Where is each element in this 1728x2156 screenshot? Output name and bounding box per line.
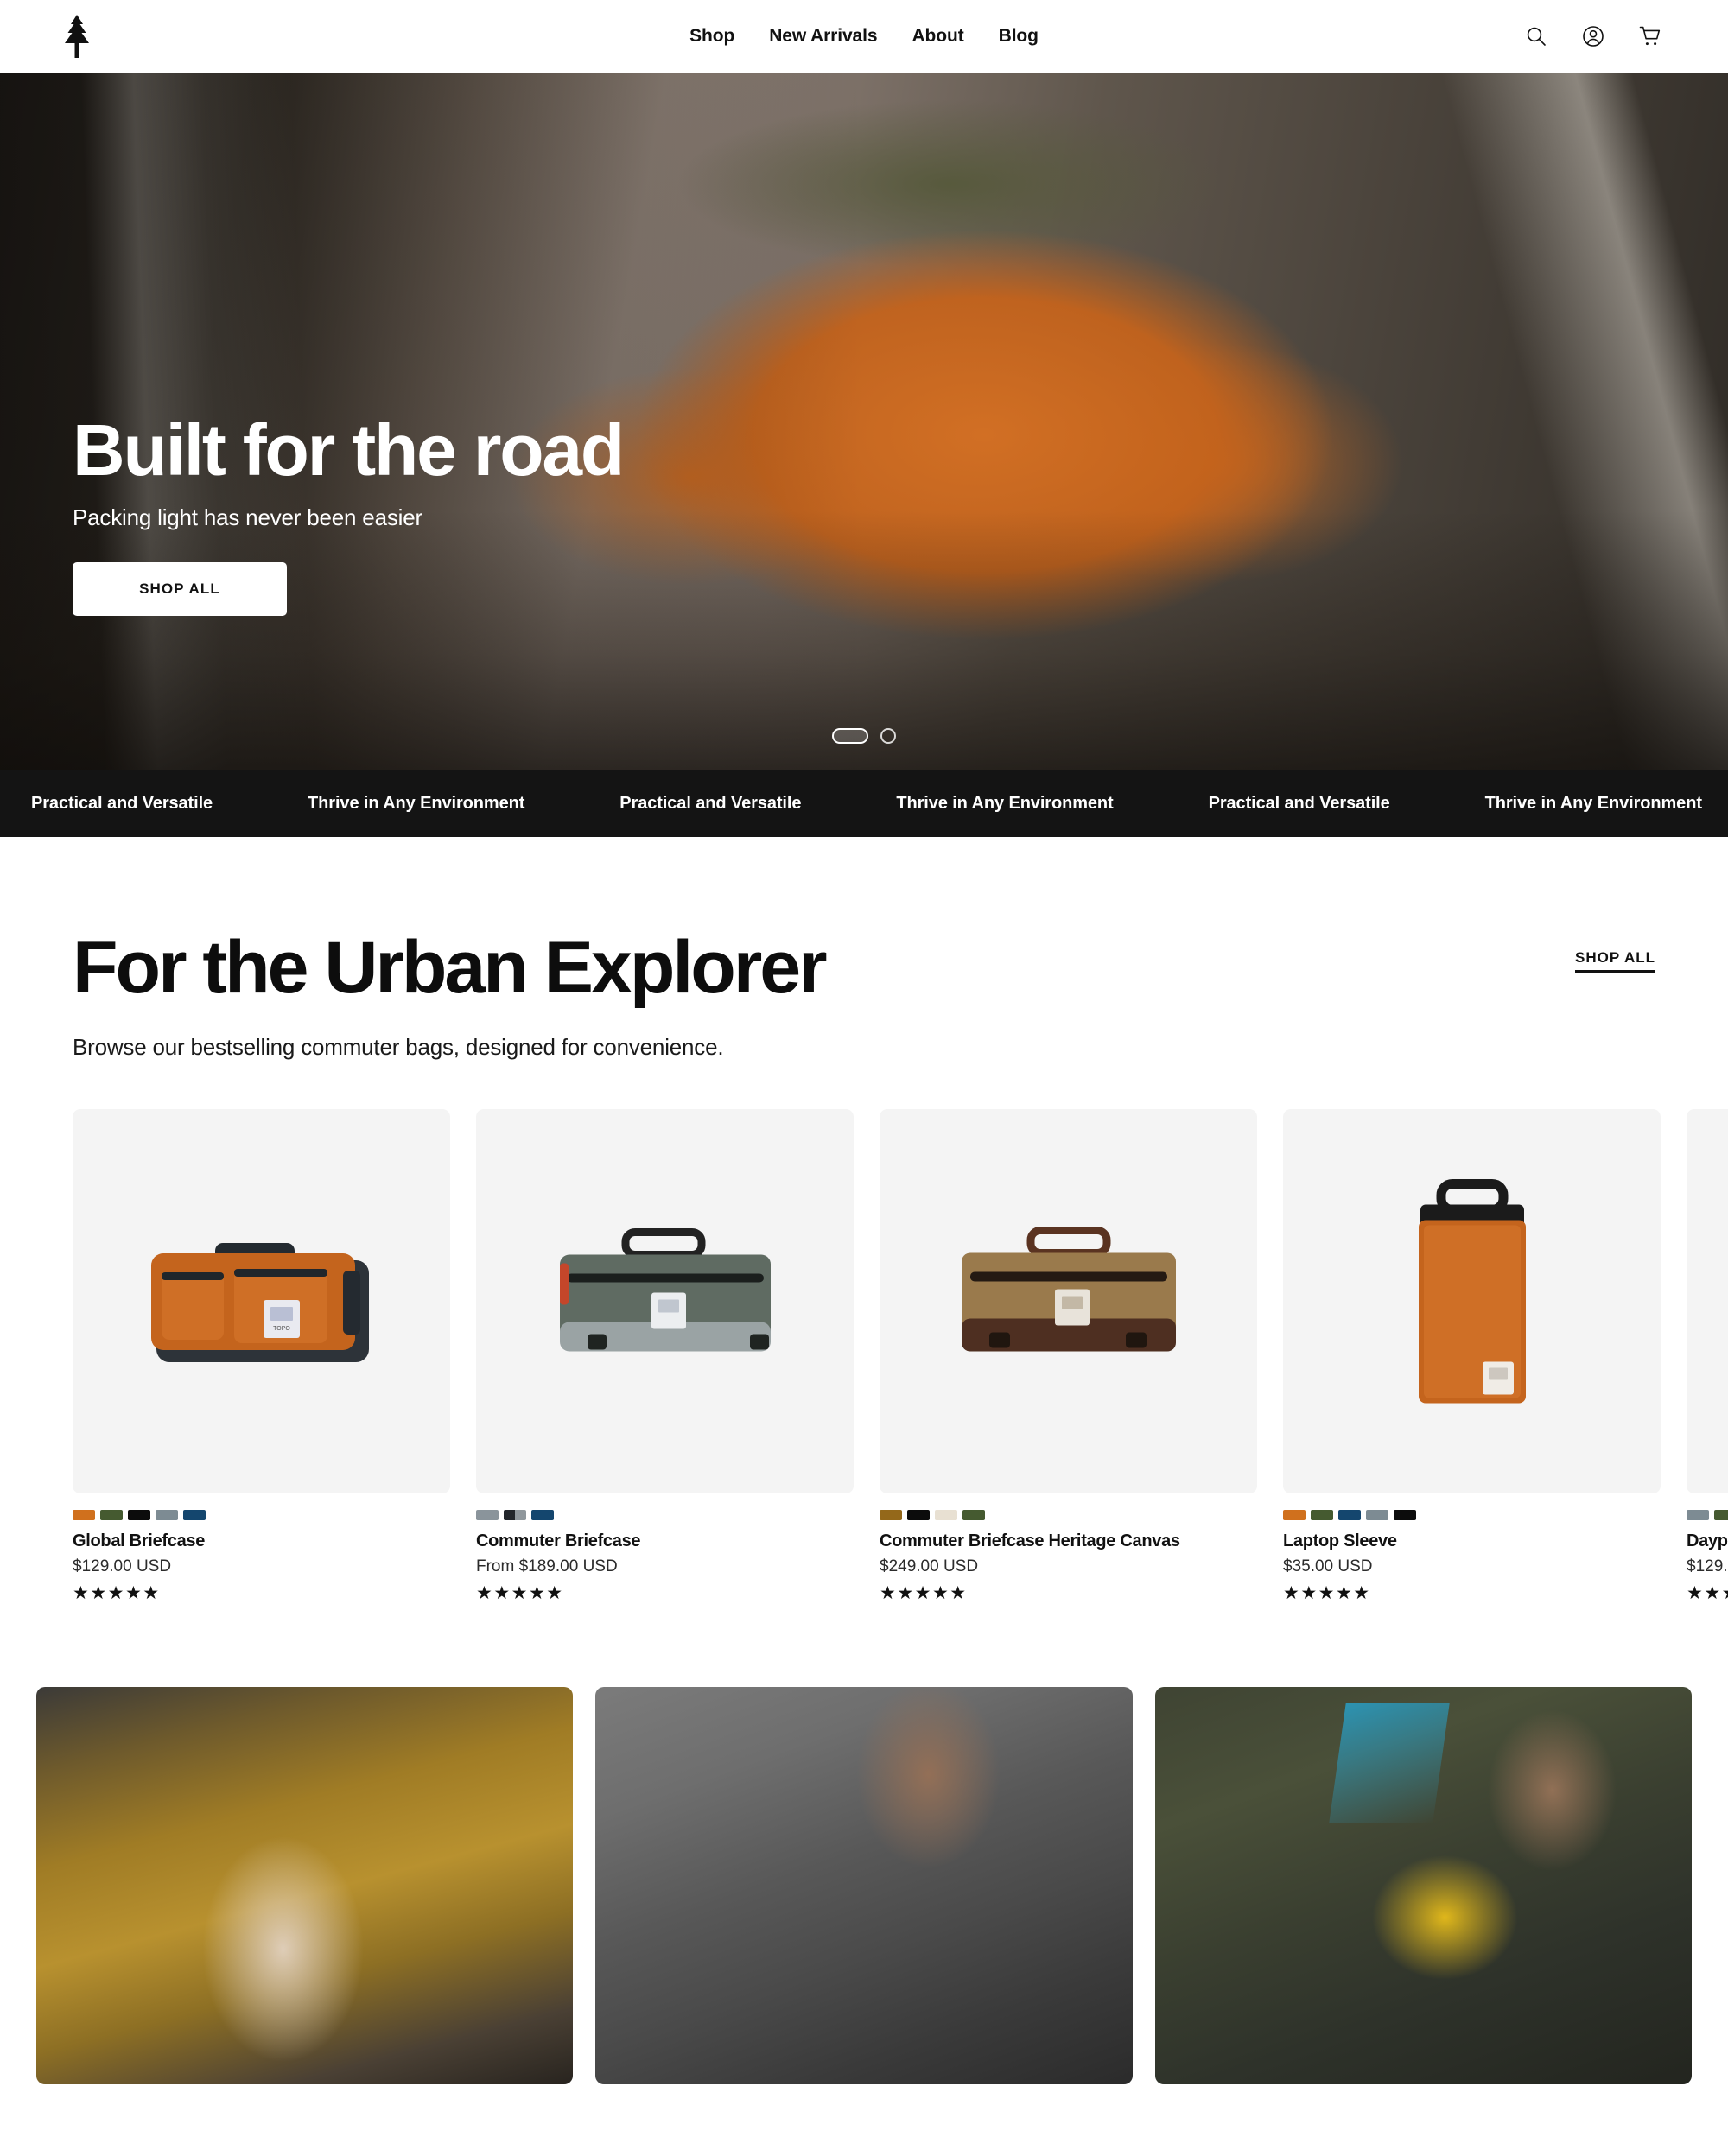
color-swatch[interactable] — [1366, 1510, 1388, 1520]
hero-subtitle: Packing light has never been easier — [73, 504, 422, 530]
search-icon[interactable] — [1521, 21, 1552, 52]
nav-item-new-arrivals[interactable]: New Arrivals — [769, 26, 877, 47]
color-swatch[interactable] — [1283, 1510, 1306, 1520]
marquee-item: Thrive in Any Environment — [896, 793, 1114, 813]
product-price: $35.00 USD — [1283, 1557, 1373, 1576]
marquee-item: Practical and Versatile — [1208, 793, 1390, 813]
product-card[interactable]: Commuter Briefcase From $189.00 USD ★★★★… — [476, 1109, 854, 1602]
product-card[interactable]: Commuter Briefcase Heritage Canvas $249.… — [880, 1109, 1257, 1602]
color-swatch[interactable] — [907, 1510, 930, 1520]
hero-content: Built for the road Packing light has nev… — [73, 409, 625, 616]
lifestyle-image-1[interactable] — [36, 1687, 574, 2084]
header-actions — [1521, 21, 1666, 52]
product-rating: ★★★★★ — [73, 1583, 161, 1603]
color-swatch[interactable] — [183, 1510, 206, 1520]
color-swatch[interactable] — [156, 1510, 178, 1520]
color-swatch[interactable] — [1311, 1510, 1333, 1520]
lifestyle-image-2[interactable] — [595, 1687, 1133, 2084]
svg-text:TOPO: TOPO — [273, 1326, 290, 1332]
product-name: Laptop Sleeve — [1283, 1531, 1397, 1550]
color-swatch[interactable] — [1714, 1510, 1728, 1520]
product-name: Commuter Briefcase Heritage Canvas — [880, 1531, 1180, 1550]
urban-explorer-section: For the Urban Explorer SHOP ALL Browse o… — [0, 837, 1728, 1602]
page-title: For the Urban Explorer — [73, 926, 828, 1009]
site-header: Shop New Arrivals About Blog — [0, 0, 1728, 73]
color-swatch[interactable] — [476, 1510, 499, 1520]
product-card[interactable]: Daypack $129.00 USD ★★★★★ — [1687, 1109, 1728, 1602]
product-name: Global Briefcase — [73, 1531, 206, 1550]
marquee-item: Thrive in Any Environment — [1484, 793, 1702, 813]
color-swatches — [476, 1510, 854, 1520]
hero-banner: Built for the road Packing light has nev… — [0, 73, 1728, 770]
product-image-daypack[interactable] — [1687, 1109, 1728, 1493]
product-price: $129.00 USD — [1687, 1557, 1728, 1576]
hero-title: Built for the road — [73, 409, 625, 491]
color-swatch[interactable] — [128, 1510, 150, 1520]
product-rating: ★★★★★ — [1283, 1583, 1371, 1603]
nav-item-blog[interactable]: Blog — [999, 26, 1039, 47]
color-swatches — [73, 1510, 450, 1520]
nav-item-shop[interactable]: Shop — [689, 26, 734, 47]
color-swatch[interactable] — [1394, 1510, 1416, 1520]
product-name: Commuter Briefcase — [476, 1531, 641, 1550]
section-header: For the Urban Explorer SHOP ALL — [73, 930, 1655, 1005]
product-rating: ★★★★★ — [880, 1583, 968, 1603]
product-price: From $189.00 USD — [476, 1557, 618, 1576]
color-swatches — [1283, 1510, 1661, 1520]
color-swatch[interactable] — [504, 1510, 526, 1520]
marquee-item: Thrive in Any Environment — [308, 793, 525, 813]
product-price: $249.00 USD — [880, 1557, 979, 1576]
lifestyle-blue-accent — [1329, 1703, 1450, 1824]
pine-tree-logo[interactable] — [62, 12, 107, 60]
account-icon[interactable] — [1578, 21, 1609, 52]
color-swatch[interactable] — [962, 1510, 985, 1520]
section-subtitle: Browse our bestselling commuter bags, de… — [73, 1034, 724, 1060]
color-swatch[interactable] — [100, 1510, 123, 1520]
product-rating: ★★★★★ — [1687, 1583, 1728, 1603]
product-name: Daypack — [1687, 1531, 1728, 1550]
product-image-commuter-briefcase[interactable] — [476, 1109, 854, 1493]
product-card[interactable]: Laptop Sleeve $35.00 USD ★★★★★ — [1283, 1109, 1661, 1602]
marquee-banner: Practical and Versatile Thrive in Any En… — [0, 770, 1728, 837]
color-swatch[interactable] — [935, 1510, 957, 1520]
product-card[interactable]: TOPO Global Briefcase $129.00 USD ★★★★★ — [73, 1109, 450, 1602]
lifestyle-gallery — [0, 1687, 1728, 2084]
color-swatches — [1687, 1510, 1728, 1520]
carousel-dot-2[interactable] — [880, 728, 896, 744]
main-nav: Shop New Arrivals About Blog — [689, 26, 1039, 47]
section-shop-all-link[interactable]: SHOP ALL — [1574, 949, 1655, 973]
product-price: $129.00 USD — [73, 1557, 172, 1576]
product-image-heritage-canvas[interactable] — [880, 1109, 1257, 1493]
color-swatch[interactable] — [1687, 1510, 1709, 1520]
product-image-global-briefcase[interactable]: TOPO — [73, 1109, 450, 1493]
product-carousel[interactable]: TOPO Global Briefcase $129.00 USD ★★★★★ — [73, 1109, 1728, 1602]
color-swatch[interactable] — [73, 1510, 95, 1520]
product-image-laptop-sleeve[interactable] — [1283, 1109, 1661, 1493]
product-rating: ★★★★★ — [476, 1583, 564, 1603]
hero-shop-all-button[interactable]: SHOP ALL — [73, 562, 287, 616]
marquee-track: Practical and Versatile Thrive in Any En… — [0, 794, 1728, 814]
color-swatch[interactable] — [880, 1510, 902, 1520]
nav-item-about[interactable]: About — [912, 26, 963, 47]
color-swatch[interactable] — [1338, 1510, 1361, 1520]
color-swatches — [880, 1510, 1257, 1520]
carousel-dot-1[interactable] — [832, 728, 868, 744]
color-swatch[interactable] — [531, 1510, 554, 1520]
cart-icon[interactable] — [1635, 21, 1666, 52]
carousel-dots — [832, 728, 896, 744]
marquee-item: Practical and Versatile — [31, 793, 213, 813]
marquee-item: Practical and Versatile — [619, 793, 802, 813]
lifestyle-image-3[interactable] — [1154, 1687, 1692, 2084]
